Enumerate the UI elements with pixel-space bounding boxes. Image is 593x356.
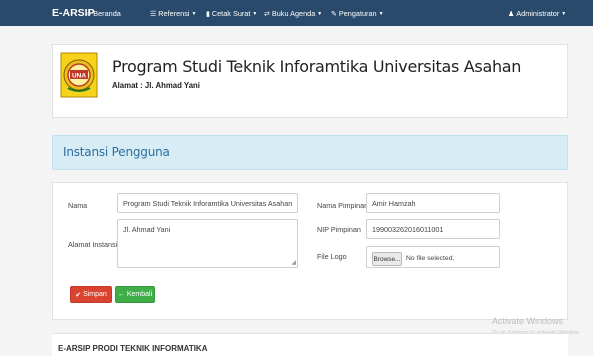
- institution-address: Alamat : Jl. Ahmad Yani: [112, 81, 200, 90]
- nav-buku-agenda[interactable]: ⇄ Buku Agenda ▼: [264, 9, 322, 18]
- section-title: Instansi Pengguna: [63, 145, 170, 159]
- user-icon: ♟: [508, 10, 515, 18]
- nav-beranda-label: Beranda: [93, 9, 121, 18]
- activate-windows-watermark: Activate Windows: [492, 316, 564, 326]
- logo-text: UNA: [72, 73, 86, 80]
- alamat-instansi-label: Alamat Instansi: [68, 240, 118, 249]
- nav-pengaturan-label: Pengaturan: [338, 9, 377, 18]
- file-status-text: No file selected.: [406, 255, 455, 262]
- back-button[interactable]: ← Kembali: [115, 286, 155, 303]
- back-button-label: Kembali: [126, 291, 153, 298]
- shuffle-icon: ⇄: [264, 10, 270, 18]
- nama-label: Nama: [68, 201, 88, 210]
- chevron-down-icon: ▼: [252, 10, 258, 17]
- wrench-icon: ✎: [331, 10, 337, 18]
- nav-buku-agenda-label: Buku Agenda: [271, 9, 316, 18]
- nav-user-menu[interactable]: ♟ Administrator ▼: [508, 9, 566, 18]
- chevron-down-icon: ▼: [378, 10, 384, 17]
- file-logo-label: File Logo: [317, 252, 347, 261]
- arrow-left-icon: ←: [117, 291, 125, 298]
- footer-text: E-ARSIP PRODI TEKNIK INFORMATIKA: [58, 344, 208, 353]
- chevron-down-icon: ▼: [561, 10, 567, 17]
- nama-pimpinan-label: Nama Pimpinan: [317, 201, 369, 210]
- nip-pimpinan-input[interactable]: 199003262016011001: [366, 219, 500, 239]
- chevron-down-icon: ▼: [317, 10, 323, 17]
- nav-user-label: Administrator: [516, 9, 560, 18]
- list-icon: ☰: [150, 10, 157, 18]
- save-button-label: Simpan: [83, 291, 107, 298]
- nav-referensi[interactable]: ☰ Referensi ▼: [150, 9, 196, 18]
- save-button[interactable]: ✔ Simpan: [70, 286, 112, 303]
- chevron-down-icon: ▼: [191, 10, 197, 17]
- home-icon: ⌂: [87, 10, 92, 17]
- alamat-instansi-value: Jl. Ahmad Yani: [123, 225, 171, 234]
- navbar: E-ARSIP ⌂ Beranda ☰ Referensi ▼ ▮ Cetak …: [0, 0, 593, 26]
- university-logo: UNA: [60, 52, 98, 98]
- nama-pimpinan-input[interactable]: Amir Hamzah: [366, 193, 500, 213]
- check-icon: ✔: [75, 291, 82, 299]
- browse-button[interactable]: Browse...: [372, 252, 402, 266]
- resize-handle-icon[interactable]: ◢: [291, 259, 296, 266]
- alamat-instansi-textarea[interactable]: Jl. Ahmad Yani ◢: [117, 219, 298, 268]
- file-icon: ▮: [206, 10, 210, 18]
- nav-cetak-surat[interactable]: ▮ Cetak Surat ▼: [206, 9, 257, 18]
- nama-input[interactable]: Program Studi Teknik Inforamtika Univers…: [117, 193, 298, 213]
- nav-cetak-surat-label: Cetak Surat: [211, 9, 251, 18]
- nav-beranda[interactable]: ⌂ Beranda: [87, 9, 121, 18]
- page-title: Program Studi Teknik Inforamtika Univers…: [112, 57, 522, 76]
- nav-referensi-label: Referensi: [158, 9, 190, 18]
- nip-pimpinan-label: NIP Pimpinan: [317, 225, 361, 234]
- nav-pengaturan[interactable]: ✎ Pengaturan ▼: [331, 9, 384, 18]
